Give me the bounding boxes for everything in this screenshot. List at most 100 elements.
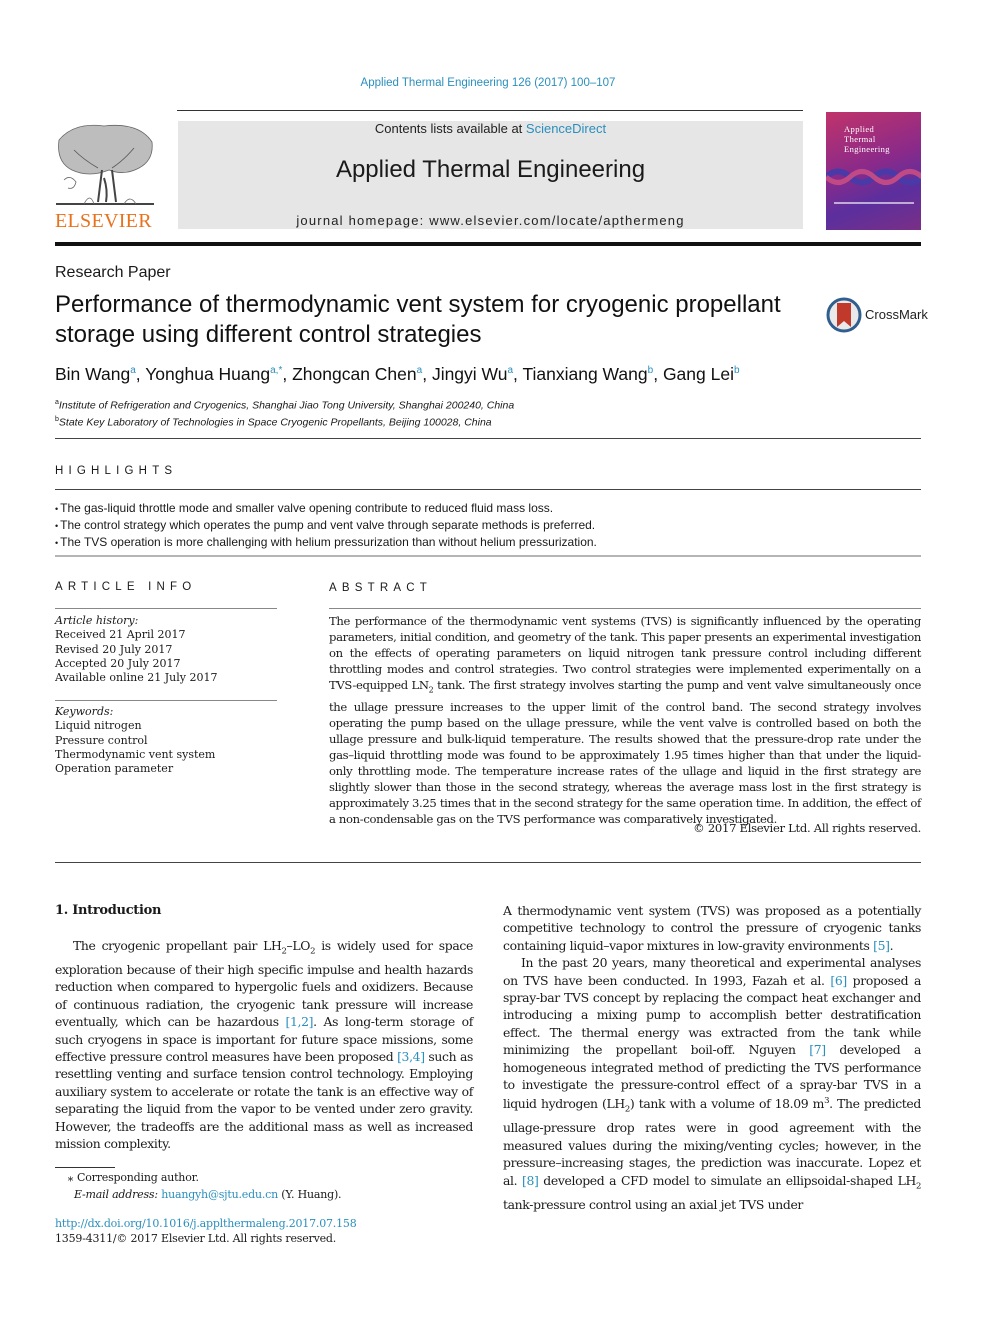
author-name[interactable]: Zhongcan Chen — [292, 364, 417, 384]
subscript: 2 — [915, 1181, 921, 1192]
section-heading-introduction: 1. Introduction — [55, 903, 162, 918]
cover-footer-line — [834, 202, 914, 204]
issn-copyright: 1359-4311/© 2017 Elsevier Ltd. All right… — [55, 1232, 337, 1245]
citation-link[interactable]: [5] — [873, 938, 890, 953]
highlight-item: The TVS operation is more challenging wi… — [55, 534, 925, 551]
divider — [55, 555, 921, 557]
elsevier-wordmark: ELSEVIER — [55, 210, 152, 232]
article-history: Article history: Received 21 April 2017 … — [55, 614, 277, 685]
cover-title-line: Applied — [844, 124, 875, 134]
history-item: Available online 21 July 2017 — [55, 671, 218, 685]
author-name[interactable]: Yonghua Huang — [145, 364, 270, 384]
keyword-item: Thermodynamic vent system — [55, 747, 216, 761]
homepage-url-link[interactable]: www.elsevier.com/locate/apthermeng — [429, 213, 684, 228]
history-item: Accepted 20 July 2017 — [55, 656, 181, 670]
citation-link[interactable]: [6] — [830, 973, 847, 988]
keyword-item: Liquid nitrogen — [55, 719, 142, 733]
divider — [55, 862, 921, 863]
cover-helix-graphic — [826, 168, 921, 186]
history-item: Revised 20 July 2017 — [55, 642, 173, 656]
crossmark-icon — [826, 297, 862, 333]
history-item: Received 21 April 2017 — [55, 628, 186, 642]
author-name[interactable]: Jingyi Wu — [432, 364, 508, 384]
citation-link[interactable]: [8] — [522, 1173, 539, 1188]
keyword-item: Operation parameter — [55, 762, 174, 776]
text-run: tank-pressure control using an axial jet… — [503, 1196, 804, 1212]
author-affiliation-mark[interactable]: a — [130, 365, 136, 376]
author-affiliation-mark[interactable]: b — [734, 365, 740, 376]
article-info-heading: ARTICLE INFO — [55, 581, 197, 593]
paper-title: Performance of thermodynamic vent system… — [55, 291, 781, 348]
keyword-item: Pressure control — [55, 733, 148, 747]
email-label: E-mail address: — [74, 1187, 162, 1201]
highlights-list: The gas-liquid throttle mode and smaller… — [55, 500, 925, 551]
divider — [55, 700, 277, 701]
cover-title-line: Thermal — [844, 134, 876, 144]
affiliation-text: State Key Laboratory of Technologies in … — [58, 416, 492, 428]
email-link[interactable]: huangyh@sjtu.edu.cn — [161, 1188, 278, 1201]
author-affiliation-mark[interactable]: a — [417, 365, 423, 376]
highlight-item: The gas-liquid throttle mode and smaller… — [55, 500, 925, 517]
divider — [55, 489, 921, 490]
author-affiliation-mark[interactable]: a — [507, 365, 513, 376]
text-run: developed a CFD model to simulate an ell… — [538, 1172, 916, 1188]
journal-reference-link[interactable]: Applied Thermal Engineering 126 (2017) 1… — [0, 77, 976, 89]
footnote-text: Corresponding author. — [77, 1171, 199, 1184]
body-column-right: A thermodynamic vent system (TVS) was pr… — [503, 902, 921, 1213]
divider — [55, 438, 921, 439]
divider — [55, 608, 277, 609]
affiliation-text: Institute of Refrigeration and Cryogenic… — [58, 399, 515, 412]
affiliation-item: bState Key Laboratory of Technologies in… — [55, 413, 925, 430]
body-column-left: The cryogenic propellant pair LH2–LO2 is… — [55, 937, 473, 1152]
footnote-rule — [55, 1167, 115, 1168]
author-name[interactable]: Bin Wang — [55, 364, 130, 384]
journal-cover-image[interactable]: Applied Thermal Engineering — [826, 112, 921, 230]
author-name[interactable]: Tianxiang Wang — [522, 364, 647, 384]
author-affiliation-mark[interactable]: a,* — [270, 365, 282, 376]
journal-homepage: journal homepage: www.elsevier.com/locat… — [178, 213, 803, 228]
divider — [329, 608, 921, 609]
paragraph: In the past 20 years, many theoretical a… — [503, 954, 921, 1213]
affiliation-item: aInstitute of Refrigeration and Cryogeni… — [55, 396, 925, 413]
paragraph: A thermodynamic vent system (TVS) was pr… — [503, 902, 921, 954]
corresponding-author-note: ⁎ Corresponding author. — [55, 1170, 475, 1187]
text-run: ) tank with a volume of 18.09 m — [629, 1096, 825, 1112]
keywords-label: Keywords: — [55, 705, 114, 718]
text-run: The cryogenic propellant pair LH — [73, 938, 282, 953]
highlights-heading: HIGHLIGHTS — [55, 465, 178, 477]
paragraph: The cryogenic propellant pair LH2–LO2 is… — [55, 937, 473, 1152]
article-history-label: Article history: — [55, 614, 139, 627]
text-run: –LO — [286, 938, 311, 953]
footnote-text: (Y. Huang). — [277, 1187, 342, 1201]
abstract-part: tank. The first strategy involves starti… — [329, 678, 921, 827]
text-run: such as resettling venting and surface t… — [55, 1048, 473, 1151]
abstract-heading: ABSTRACT — [329, 582, 432, 594]
cover-title-line: Engineering — [844, 144, 890, 154]
citation-link[interactable]: [7] — [809, 1042, 826, 1057]
highlight-item: The control strategy which operates the … — [55, 517, 925, 534]
contents-prefix: Contents lists available at — [374, 121, 526, 136]
header-thick-rule — [55, 242, 921, 246]
author-list: Bin Wanga, Yonghua Huanga,*, Zhongcan Ch… — [55, 364, 740, 384]
crossmark-button[interactable]: CrossMark — [826, 297, 928, 333]
doi-link[interactable]: http://dx.doi.org/10.1016/j.applthermale… — [55, 1216, 475, 1231]
text-run: . — [889, 937, 894, 953]
sciencedirect-link[interactable]: ScienceDirect — [526, 121, 606, 136]
paper-type: Research Paper — [55, 264, 171, 281]
crossmark-label: CrossMark — [865, 307, 928, 322]
cover-title: Applied Thermal Engineering — [844, 124, 890, 154]
affiliations: aInstitute of Refrigeration and Cryogeni… — [55, 396, 925, 429]
author-affiliation-mark[interactable]: b — [648, 365, 654, 376]
citation-link[interactable]: [3,4] — [397, 1049, 425, 1064]
author-name[interactable]: Gang Lei — [663, 364, 734, 384]
doi-block: http://dx.doi.org/10.1016/j.applthermale… — [55, 1216, 475, 1246]
footnotes: ⁎ Corresponding author. E-mail address: h… — [55, 1170, 475, 1203]
asterisk-mark: ⁎ — [67, 1171, 74, 1184]
homepage-prefix: journal homepage: — [296, 213, 430, 228]
contents-line: Contents lists available at ScienceDirec… — [178, 121, 803, 136]
citation-link[interactable]: [1,2] — [286, 1014, 314, 1029]
abstract-text: The performance of the thermodynamic ven… — [329, 613, 921, 828]
journal-title: Applied Thermal Engineering — [335, 156, 646, 183]
abstract-copyright: © 2017 Elsevier Ltd. All rights reserved… — [693, 821, 921, 835]
text-run: A thermodynamic vent system (TVS) was pr… — [503, 903, 921, 953]
